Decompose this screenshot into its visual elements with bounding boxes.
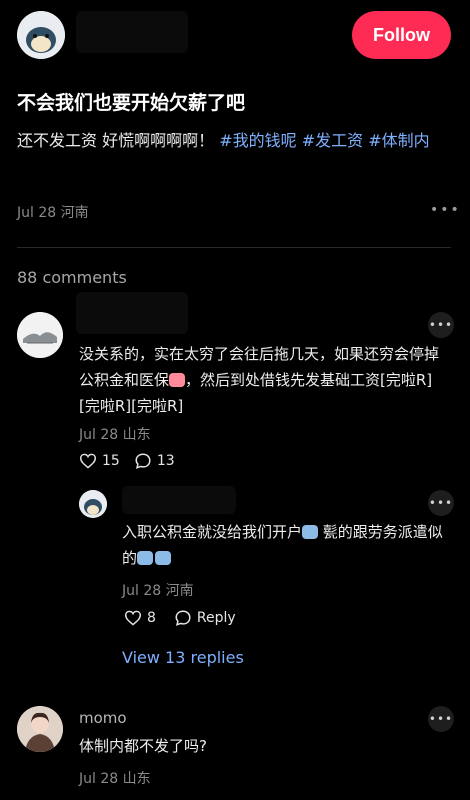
comment-location: 山东 [122,427,151,443]
reply-like-button[interactable]: 8 [124,609,156,627]
reply-avatar[interactable] [79,490,107,518]
reply-button[interactable]: Reply [174,609,236,627]
hashtag-1[interactable]: #我的钱呢 [219,131,296,150]
replies-button[interactable]: 13 [134,452,175,470]
comment-meta: Jul 28 山东 [79,424,151,444]
comment-meta-momo: Jul 28 山东 [79,768,151,788]
reply-username-redacted [122,486,236,514]
comment-bubble-icon [135,453,151,469]
view-replies-button[interactable]: View 13 replies [122,648,244,667]
author-name-redacted [76,11,188,53]
post-more-icon[interactable]: ••• [430,202,461,218]
post-text: 还不发工资 好慌啊啊啊啊！ [17,131,215,150]
sweat-emoji-icon [137,551,154,565]
reply-text: 入职公积金就没给我们开户 甏的跟劳务派遣似的 [122,519,452,571]
divider [17,247,451,248]
follow-button[interactable]: Follow [352,11,451,59]
comment-text: 没关系的，实在太穷了会往后拖几天，如果还穷会停掉公积金和医保 ，然后到处借钱先发基… [79,341,449,419]
like-count: 15 [102,453,120,469]
post-date: Jul 28 [17,205,57,221]
reply-like-count: 8 [147,610,156,626]
comments-count: 88 comments [17,268,127,287]
sweat-emoji-icon [302,525,319,539]
reply-location: 河南 [165,583,194,599]
comment-username-redacted [76,292,188,334]
hashtag-3[interactable]: #体制内 [368,131,429,150]
reply-label: Reply [196,610,236,626]
comment-date: Jul 28 [79,427,119,443]
comment-username-momo[interactable]: momo [79,709,127,727]
comment-avatar[interactable] [17,312,63,358]
reply-more-icon[interactable]: ••• [428,490,454,516]
comment-more-icon[interactable]: ••• [428,706,454,732]
comment-location: 山东 [122,771,151,787]
heart-icon [79,453,97,469]
comment-actions: 15 13 [79,452,175,470]
heart-icon [124,610,142,626]
comment-text-momo: 体制内都不发了吗? [79,737,207,755]
sweat-emoji-icon [155,551,172,565]
comment-more-icon[interactable]: ••• [428,312,454,338]
comment-date: Jul 28 [79,771,119,787]
post-title: 不会我们也要开始欠薪了吧 [17,92,246,114]
reply-meta: Jul 28 河南 [122,580,194,600]
reply-date: Jul 28 [122,583,162,599]
reply-bubble-icon [175,610,191,626]
crying-emoji-icon [169,373,186,387]
reply-actions: 8 Reply [124,609,236,627]
post-meta: Jul 28 河南 [17,202,89,222]
reply-text-part1: 入职公积金就没给我们开户 [122,523,303,541]
like-button[interactable]: 15 [79,452,120,470]
author-avatar[interactable] [17,11,65,59]
reply-count: 13 [156,453,175,469]
post-body: 还不发工资 好慌啊啊啊啊！ #我的钱呢 #发工资 #体制内 [17,126,457,156]
hashtag-2[interactable]: #发工资 [302,131,363,150]
comment-avatar-momo[interactable] [17,706,63,752]
post-location: 河南 [60,205,89,221]
